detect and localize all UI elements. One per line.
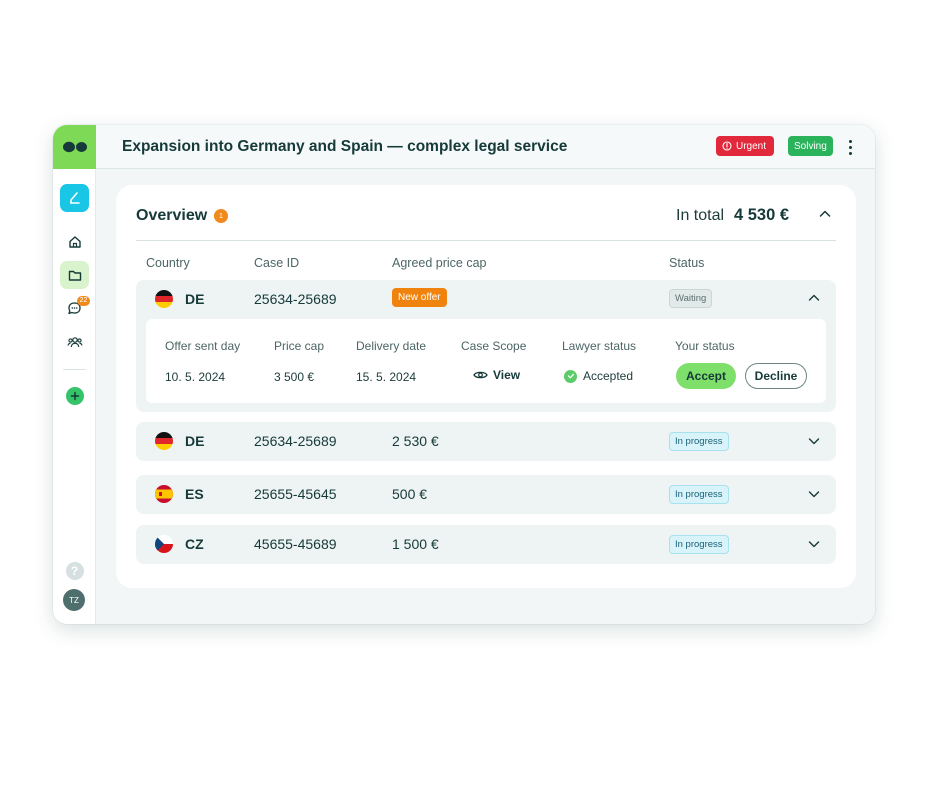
status-badge: Waiting [669, 289, 713, 308]
column-header-status: Status [669, 256, 705, 270]
table-row[interactable]: DE 25634-25689 2 530 € In progress [136, 422, 836, 461]
team-icon [66, 337, 83, 348]
eye-icon [473, 371, 488, 379]
case-id: 25655-45645 [254, 486, 337, 502]
country-code: ES [185, 486, 204, 502]
table-row[interactable]: DE 25634-25689 New offer Waiting Offer s… [136, 280, 836, 412]
avatar[interactable]: TZ [63, 589, 85, 611]
offer-sent-day-value: 10. 5. 2024 [165, 370, 226, 384]
sidebar-item-team[interactable] [60, 328, 89, 356]
status-badge: In progress [669, 535, 729, 554]
detail-header-offer-sent-day: Offer sent day [165, 339, 241, 353]
view-label: View [493, 368, 521, 382]
case-id: 45655-45689 [254, 536, 337, 552]
sidebar-item-messages[interactable]: 22 [60, 294, 90, 322]
app-window: 22 ? TZ Expansion into Germany and Spain [53, 125, 875, 624]
chevron-up-icon[interactable] [807, 291, 821, 305]
urgent-badge: Urgent [716, 136, 775, 156]
column-header-case-id: Case ID [254, 256, 300, 270]
lawyer-status-label: Accepted [583, 369, 634, 383]
detail-header-price-cap: Price cap [274, 339, 325, 353]
home-icon [68, 236, 81, 248]
alert-icon [722, 141, 732, 151]
country-code: DE [185, 433, 205, 449]
germany-flag-icon [155, 290, 173, 308]
add-case-button[interactable] [60, 382, 89, 410]
overview-notification-badge: 1 [214, 209, 228, 223]
offer-detail-panel: Offer sent day Price cap Delivery date C… [146, 319, 826, 403]
logo[interactable] [53, 125, 96, 169]
messages-count-badge: 22 [77, 296, 90, 306]
country-code: DE [185, 291, 205, 307]
check-circle-icon [564, 369, 577, 383]
czech-flag-icon [155, 535, 173, 553]
status-badge: In progress [669, 485, 729, 504]
spain-flag-icon [155, 485, 173, 503]
price-cap-value: 3 500 € [274, 370, 315, 384]
help-icon: ? [65, 562, 84, 580]
accept-button[interactable]: Accept [676, 363, 736, 389]
chevron-down-icon[interactable] [807, 434, 821, 448]
chevron-down-icon[interactable] [807, 487, 821, 501]
column-header-country: Country [146, 256, 190, 270]
country-code: CZ [185, 536, 204, 552]
logo-icon [62, 141, 87, 153]
folder-icon [68, 270, 81, 281]
help-button[interactable]: ? [60, 557, 89, 585]
decline-button[interactable]: Decline [745, 363, 807, 389]
overview-title: Overview [136, 207, 208, 224]
overview-card: Overview 1 In total 4 530 € Country Case… [116, 185, 856, 588]
chevron-down-icon[interactable] [807, 537, 821, 551]
plus-icon [65, 387, 84, 405]
lawyer-status: Accepted [564, 369, 633, 383]
case-id: 25634-25689 [254, 291, 337, 307]
page-title: Expansion into Germany and Spain — compl… [122, 138, 568, 155]
view-case-scope-link[interactable]: View [473, 368, 520, 382]
chevron-up-icon[interactable] [818, 207, 832, 221]
delivery-date-value: 15. 5. 2024 [356, 370, 417, 384]
germany-flag-icon [155, 432, 173, 450]
detail-header-your-status: Your status [675, 339, 735, 353]
agreed-price: 2 530 € [392, 433, 439, 449]
sidebar-item-cases[interactable] [60, 261, 89, 289]
solving-status-badge: Solving [788, 136, 833, 156]
agreed-price: 1 500 € [392, 536, 439, 552]
detail-header-case-scope: Case Scope [461, 339, 527, 353]
pen-icon [69, 192, 80, 204]
sidebar: 22 ? TZ [53, 125, 96, 624]
status-badge: In progress [669, 432, 729, 451]
top-bar: Expansion into Germany and Spain — compl… [96, 125, 875, 169]
sidebar-divider [63, 369, 86, 370]
table-row[interactable]: CZ 45655-45689 1 500 € In progress [136, 525, 836, 564]
sidebar-item-home[interactable] [60, 228, 89, 256]
overview-divider [136, 240, 836, 241]
column-header-price-cap: Agreed price cap [392, 256, 487, 270]
detail-header-lawyer-status: Lawyer status [562, 339, 637, 353]
urgent-label: Urgent [736, 140, 767, 152]
table-row[interactable]: ES 25655-45645 500 € In progress [136, 475, 836, 514]
app-switcher-button[interactable] [60, 184, 89, 212]
total-value: 4 530 € [734, 206, 790, 224]
detail-header-delivery-date: Delivery date [356, 339, 427, 353]
more-menu-icon[interactable] [845, 137, 855, 157]
case-id: 25634-25689 [254, 433, 337, 449]
agreed-price: 500 € [392, 486, 428, 502]
total-label: In total [676, 207, 725, 224]
new-offer-badge: New offer [392, 288, 447, 307]
